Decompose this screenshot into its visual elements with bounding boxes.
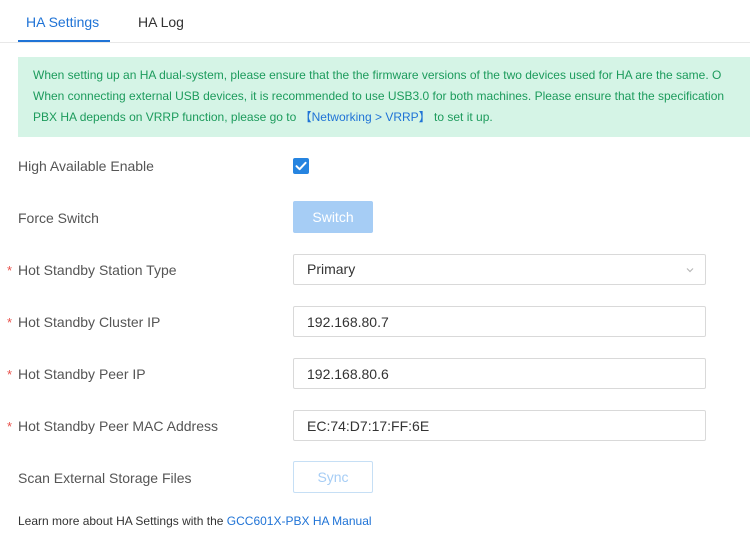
scan-storage-label: Scan External Storage Files [18,470,192,486]
peer-mac-input[interactable] [307,411,705,440]
tab-bar: HA Settings HA Log [0,0,750,43]
required-mark: * [7,263,13,278]
peer-ip-input[interactable] [307,359,705,388]
station-type-value: Primary [307,261,356,277]
peer-mac-field[interactable] [293,410,706,441]
peer-ip-field[interactable] [293,358,706,389]
info-notice: When setting up an HA dual-system, pleas… [18,57,750,137]
station-type-select[interactable]: Primary [293,254,706,285]
required-mark: * [7,315,13,330]
peer-mac-label: Hot Standby Peer MAC Address [18,418,218,434]
required-mark: * [7,419,13,434]
switch-button[interactable]: Switch [293,201,373,233]
notice-line-3-suffix: to set it up. [430,110,493,124]
footer-prefix: Learn more about HA Settings with the [18,514,227,528]
tab-ha-log[interactable]: HA Log [138,0,184,43]
tab-ha-settings[interactable]: HA Settings [26,0,99,43]
ha-manual-link[interactable]: GCC601X-PBX HA Manual [227,514,372,528]
peer-ip-label: Hot Standby Peer IP [18,366,146,382]
notice-line-3: PBX HA depends on VRRP function, please … [33,107,750,128]
check-icon [295,161,307,171]
vrrp-settings-link[interactable]: 【Networking > VRRP】 [300,110,431,124]
cluster-ip-label: Hot Standby Cluster IP [18,314,161,330]
chevron-down-icon [686,268,694,273]
notice-line-2: When connecting external USB devices, it… [33,89,725,103]
notice-line-1: When setting up an HA dual-system, pleas… [33,68,722,82]
sync-button[interactable]: Sync [293,461,373,493]
active-tab-indicator [18,40,110,42]
ha-enable-checkbox[interactable] [293,158,309,174]
manual-footer: Learn more about HA Settings with the GC… [18,514,372,528]
force-switch-label: Force Switch [18,210,99,226]
notice-line-3-prefix: PBX HA depends on VRRP function, please … [33,110,300,124]
ha-enable-label: High Available Enable [18,158,154,174]
cluster-ip-field[interactable] [293,306,706,337]
cluster-ip-input[interactable] [307,307,705,336]
station-type-label: Hot Standby Station Type [18,262,177,278]
required-mark: * [7,367,13,382]
